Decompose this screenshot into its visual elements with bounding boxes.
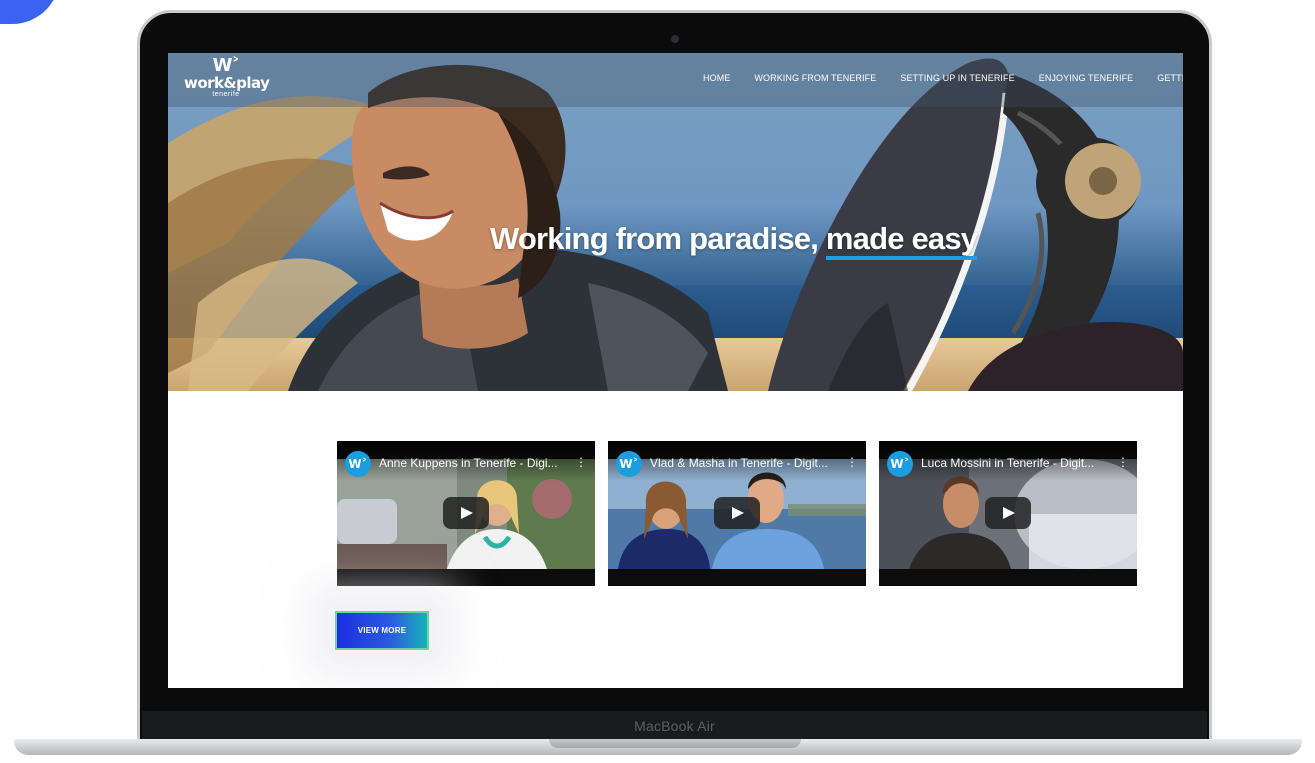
nav-item-working[interactable]: WORKING FROM TENERIFE	[754, 73, 876, 83]
laptop-screen: W˃ work&play tenerife HOME WORKING FROM …	[168, 53, 1183, 688]
logo-name: work&play	[184, 74, 270, 92]
video-title[interactable]: Anne Kuppens in Tenerife - Digi...	[379, 456, 559, 470]
more-vert-icon[interactable]: ⋮	[846, 455, 858, 469]
video-card[interactable]: W˃ Luca Mossini in Tenerife - Digit... ⋮	[879, 441, 1137, 586]
more-vert-icon[interactable]: ⋮	[1117, 455, 1129, 469]
hero-title-start: Working from paradise,	[490, 221, 826, 256]
hero-title: Working from paradise, made easy	[490, 221, 978, 260]
site-nav: W˃ work&play tenerife HOME WORKING FROM …	[168, 53, 1183, 107]
video-card[interactable]: W˃ Anne Kuppens in Tenerife - Digi... ⋮	[337, 441, 595, 586]
logo-sub: tenerife	[212, 91, 240, 98]
play-button[interactable]	[714, 497, 760, 529]
video-card[interactable]: W˃ Vlad & Masha in Tenerife - Digit... ⋮	[608, 441, 866, 586]
play-button[interactable]	[985, 497, 1031, 529]
laptop-base-notch	[549, 739, 801, 748]
nav-item-enjoying[interactable]: ENJOYING TENERIFE	[1039, 73, 1134, 83]
logo-mark: W˃	[212, 55, 241, 76]
nav-item-getting-to[interactable]: GETTING TO T	[1157, 73, 1183, 83]
channel-avatar[interactable]: W˃	[616, 451, 642, 477]
camera-icon	[671, 35, 679, 43]
video-title[interactable]: Luca Mossini in Tenerife - Digit...	[921, 456, 1101, 470]
device-label: MacBook Air	[142, 711, 1207, 741]
view-more-button[interactable]: VIEW MORE	[337, 613, 427, 648]
corner-decoration	[0, 0, 60, 24]
channel-avatar[interactable]: W˃	[887, 451, 913, 477]
site-logo[interactable]: W˃ work&play tenerife	[184, 55, 270, 99]
hero-title-highlight: made easy	[825, 221, 978, 260]
play-button[interactable]	[443, 497, 489, 529]
nav-item-setting-up[interactable]: SETTING UP IN TENERIFE	[900, 73, 1014, 83]
video-title[interactable]: Vlad & Masha in Tenerife - Digit...	[650, 456, 830, 470]
nav-menu: HOME WORKING FROM TENERIFE SETTING UP IN…	[703, 73, 1183, 83]
channel-avatar[interactable]: W˃	[345, 451, 371, 477]
hero-banner: W˃ work&play tenerife HOME WORKING FROM …	[168, 53, 1183, 391]
nav-item-home[interactable]: HOME	[703, 73, 730, 83]
more-vert-icon[interactable]: ⋮	[575, 455, 587, 469]
